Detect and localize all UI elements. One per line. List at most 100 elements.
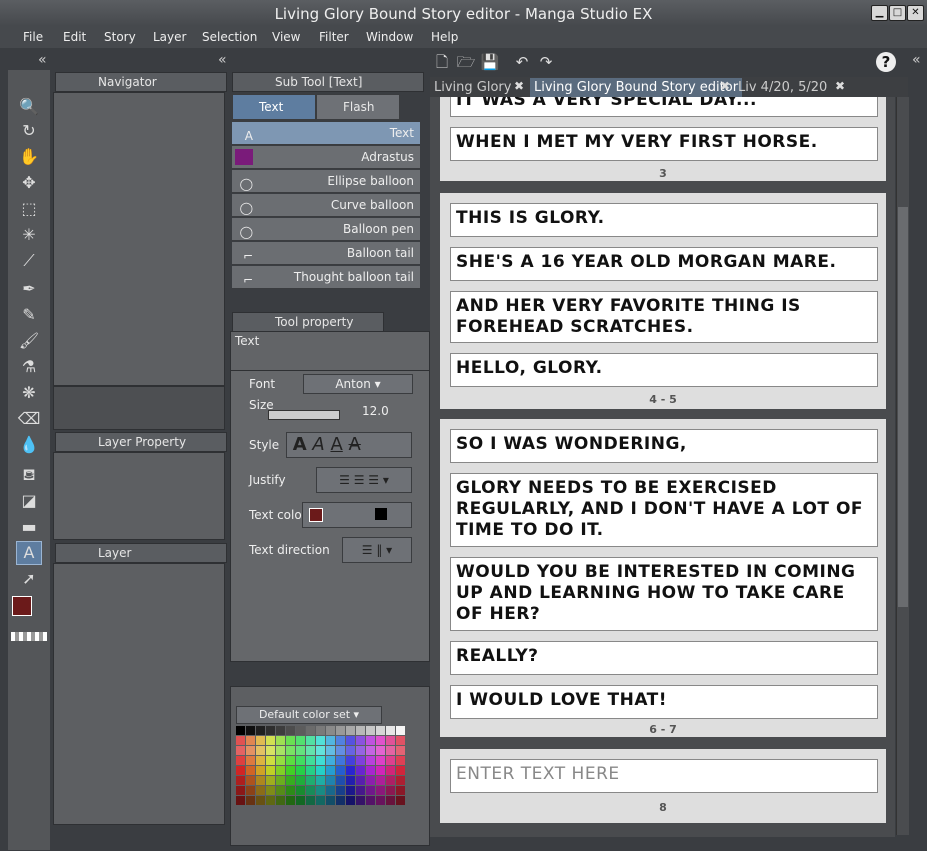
tab-living-glory[interactable]: Living Glory bbox=[434, 78, 511, 98]
palette-swatch[interactable] bbox=[236, 756, 245, 765]
palette-swatch[interactable] bbox=[276, 786, 285, 795]
style-buttons[interactable]: A A A A bbox=[286, 432, 412, 458]
palette-swatch[interactable] bbox=[336, 736, 345, 745]
new-icon[interactable]: 🗋 bbox=[432, 52, 452, 72]
palette-swatch[interactable] bbox=[286, 736, 295, 745]
palette-swatch[interactable] bbox=[256, 756, 265, 765]
hand-icon[interactable]: ✋ bbox=[17, 146, 41, 168]
palette-swatch[interactable] bbox=[396, 726, 405, 735]
empty-text-balloon[interactable]: ENTER TEXT HERE bbox=[450, 759, 878, 793]
subtool-thought-balloon-tail[interactable]: ⌐ Thought balloon tail bbox=[232, 266, 420, 289]
text-balloon[interactable]: I WOULD LOVE THAT! bbox=[450, 685, 878, 719]
palette-swatch[interactable] bbox=[376, 776, 385, 785]
size-value[interactable]: 12.0 bbox=[362, 404, 389, 418]
palette-swatch[interactable] bbox=[386, 736, 395, 745]
palette-swatch[interactable] bbox=[266, 736, 275, 745]
palette-swatch[interactable] bbox=[336, 756, 345, 765]
palette-swatch[interactable] bbox=[306, 736, 315, 745]
palette-swatch[interactable] bbox=[346, 796, 355, 805]
palette-swatch[interactable] bbox=[346, 746, 355, 755]
blend-icon[interactable]: 💧 bbox=[17, 434, 41, 456]
palette-swatch[interactable] bbox=[366, 756, 375, 765]
text-balloon[interactable]: THIS IS GLORY. bbox=[450, 203, 878, 237]
palette-swatch[interactable] bbox=[266, 726, 275, 735]
palette-swatch[interactable] bbox=[356, 726, 365, 735]
palette-swatch[interactable] bbox=[256, 766, 265, 775]
palette-swatch[interactable] bbox=[236, 736, 245, 745]
menu-window[interactable]: Window bbox=[366, 26, 413, 48]
save-icon[interactable]: 💾 bbox=[480, 52, 500, 72]
palette-swatch[interactable] bbox=[376, 796, 385, 805]
palette-swatch[interactable] bbox=[366, 746, 375, 755]
palette-swatch[interactable] bbox=[236, 796, 245, 805]
palette-swatch[interactable] bbox=[356, 796, 365, 805]
palette-swatch[interactable] bbox=[256, 776, 265, 785]
palette-swatch[interactable] bbox=[246, 796, 255, 805]
editor-scrollbar[interactable] bbox=[896, 97, 909, 835]
palette-swatch[interactable] bbox=[296, 746, 305, 755]
palette-swatch[interactable] bbox=[336, 726, 345, 735]
palette-swatch[interactable] bbox=[376, 786, 385, 795]
palette-swatch[interactable] bbox=[296, 726, 305, 735]
palette-swatch[interactable] bbox=[296, 756, 305, 765]
palette-swatch[interactable] bbox=[246, 746, 255, 755]
black-swatch[interactable] bbox=[375, 508, 387, 520]
palette-swatch[interactable] bbox=[376, 756, 385, 765]
palette-swatch[interactable] bbox=[306, 766, 315, 775]
eyedropper-icon[interactable]: ⟋ bbox=[17, 250, 41, 272]
redo-icon[interactable]: ↷ bbox=[536, 52, 556, 72]
close-tab-icon[interactable]: ✖ bbox=[835, 79, 845, 93]
palette-swatch[interactable] bbox=[346, 776, 355, 785]
close-tab-icon[interactable]: ✖ bbox=[514, 79, 524, 93]
size-slider[interactable] bbox=[268, 410, 340, 420]
palette-swatch[interactable] bbox=[386, 766, 395, 775]
palette-swatch[interactable] bbox=[326, 786, 335, 795]
scrollbar-thumb[interactable] bbox=[898, 207, 908, 607]
palette-swatch[interactable] bbox=[266, 786, 275, 795]
palette-swatch[interactable] bbox=[316, 766, 325, 775]
text-color-buttons[interactable] bbox=[302, 502, 412, 528]
justify-buttons[interactable]: ☰ ☰ ☰ ▾ bbox=[316, 467, 412, 493]
palette-swatch[interactable] bbox=[376, 746, 385, 755]
palette-swatch[interactable] bbox=[346, 786, 355, 795]
palette-swatch[interactable] bbox=[346, 736, 355, 745]
palette-swatch[interactable] bbox=[266, 766, 275, 775]
palette-swatch[interactable] bbox=[366, 736, 375, 745]
navigator-controls[interactable] bbox=[53, 386, 225, 430]
palette-swatch[interactable] bbox=[316, 796, 325, 805]
palette-swatch[interactable] bbox=[366, 766, 375, 775]
palette-swatch[interactable] bbox=[316, 736, 325, 745]
subtool-curve-balloon[interactable]: ◯ Curve balloon bbox=[232, 194, 420, 217]
palette-swatch[interactable] bbox=[296, 766, 305, 775]
menu-edit[interactable]: Edit bbox=[63, 26, 86, 48]
tab-pages[interactable]: Liv 4/20, 5/20 bbox=[738, 78, 827, 98]
collapse-mid-icon[interactable]: « bbox=[218, 52, 227, 68]
palette-swatch[interactable] bbox=[316, 756, 325, 765]
object-select-icon[interactable]: ➚ bbox=[17, 568, 41, 590]
palette-swatch[interactable] bbox=[346, 766, 355, 775]
text-tool-icon[interactable]: A bbox=[16, 541, 42, 565]
magic-wand-icon[interactable]: ✳ bbox=[17, 224, 41, 246]
subtool-balloon-tail[interactable]: ⌐ Balloon tail bbox=[232, 242, 420, 265]
palette-swatch[interactable] bbox=[236, 776, 245, 785]
palette-swatch[interactable] bbox=[326, 776, 335, 785]
palette-swatch[interactable] bbox=[326, 756, 335, 765]
palette-swatch[interactable] bbox=[266, 796, 275, 805]
text-balloon[interactable]: SO I WAS WONDERING, bbox=[450, 429, 878, 463]
minimize-button[interactable]: ▁ bbox=[871, 5, 888, 21]
color-palette-grid[interactable] bbox=[236, 726, 408, 806]
palette-swatch[interactable] bbox=[366, 786, 375, 795]
palette-swatch[interactable] bbox=[286, 786, 295, 795]
palette-swatch[interactable] bbox=[396, 746, 405, 755]
palette-swatch[interactable] bbox=[356, 756, 365, 765]
palette-swatch[interactable] bbox=[376, 766, 385, 775]
text-direction-buttons[interactable]: ☰ ‖ ▾ bbox=[342, 537, 412, 563]
palette-swatch[interactable] bbox=[286, 746, 295, 755]
palette-swatch[interactable] bbox=[296, 796, 305, 805]
zoom-icon[interactable]: 🔍 bbox=[17, 96, 41, 118]
pen-icon[interactable]: ✒ bbox=[17, 278, 41, 300]
layer-list[interactable] bbox=[53, 563, 225, 825]
palette-swatch[interactable] bbox=[286, 776, 295, 785]
tab-story-editor[interactable]: Living Glory Bound Story editor bbox=[530, 78, 743, 98]
palette-swatch[interactable] bbox=[396, 756, 405, 765]
